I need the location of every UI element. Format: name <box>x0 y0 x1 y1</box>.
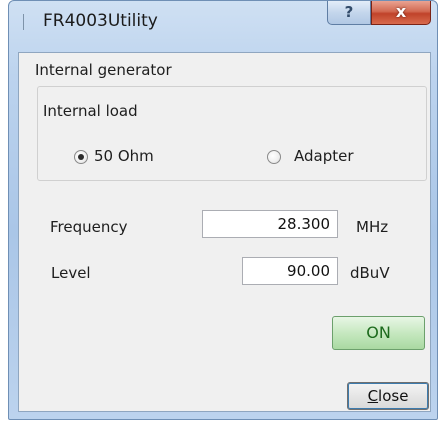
title-bar[interactable]: FR4003Utility ? x <box>9 1 437 45</box>
radio-adapter-label: Adapter <box>294 147 354 165</box>
frequency-unit: MHz <box>356 218 389 236</box>
radio-50ohm-label: 50 Ohm <box>94 147 154 165</box>
internal-generator-label: Internal generator <box>35 61 172 79</box>
help-icon: ? <box>344 3 354 21</box>
radio-selected-dot <box>78 154 84 160</box>
radio-adapter-circle[interactable] <box>267 150 281 164</box>
help-button[interactable]: ? <box>327 1 371 25</box>
level-label: Level <box>51 264 91 282</box>
internal-load-group: Internal load 50 Ohm Adapter <box>37 86 427 181</box>
level-unit: dBuV <box>350 264 390 282</box>
app-window: FR4003Utility ? x Internal generator Int… <box>8 0 438 420</box>
window-title: FR4003Utility <box>43 11 158 31</box>
radio-50ohm[interactable]: 50 Ohm <box>74 146 204 168</box>
radio-adapter[interactable]: Adapter <box>267 146 397 168</box>
close-button[interactable]: Close <box>347 382 429 410</box>
close-mnemonic: C <box>367 387 379 405</box>
frequency-input[interactable]: 28.300 <box>202 210 338 238</box>
window-close-button[interactable]: x <box>371 1 431 25</box>
client-area: Internal generator Internal load 50 Ohm … <box>18 52 431 412</box>
close-label-rest: lose <box>378 387 409 405</box>
frequency-label: Frequency <box>50 218 128 236</box>
app-icon <box>23 14 38 30</box>
close-icon: x <box>395 2 407 21</box>
level-input[interactable]: 90.00 <box>242 257 338 285</box>
internal-load-label: Internal load <box>43 102 138 120</box>
on-button[interactable]: ON <box>332 316 425 350</box>
radio-50ohm-circle[interactable] <box>74 150 88 164</box>
